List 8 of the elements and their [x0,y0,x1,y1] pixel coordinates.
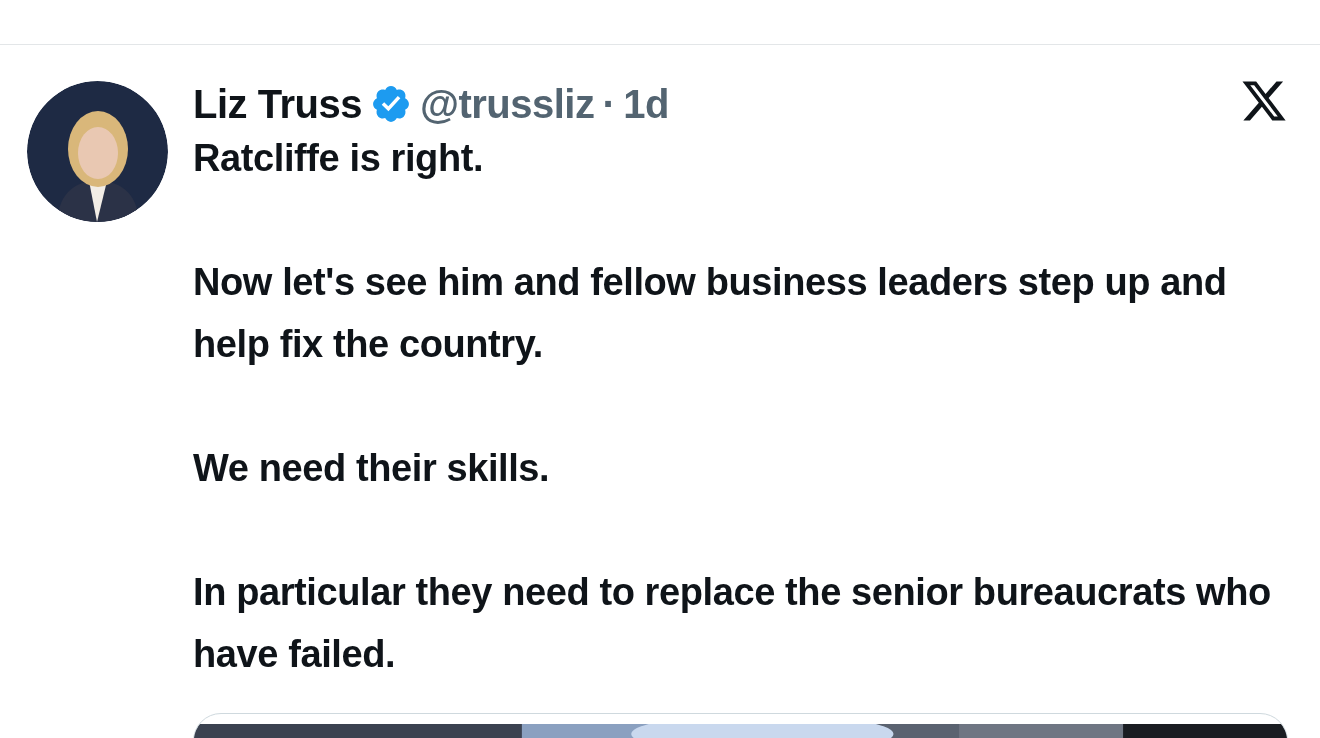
author-handle[interactable]: @trussliz [419,81,595,127]
tweet-paragraph: In particular they need to replace the senior bureaucrats who have failed. [193,570,1272,677]
author-name[interactable]: Liz Truss [193,81,362,127]
tweet-paragraph: We need their skills. [193,446,551,491]
tweet-paragraph: Now let's see him and fellow business leaders step up and help fix the country. [193,260,1228,367]
timestamp[interactable]: 1d [623,81,669,127]
tweet-paragraph: Ratcliffe is right. [193,136,485,181]
separator: · [602,81,616,127]
